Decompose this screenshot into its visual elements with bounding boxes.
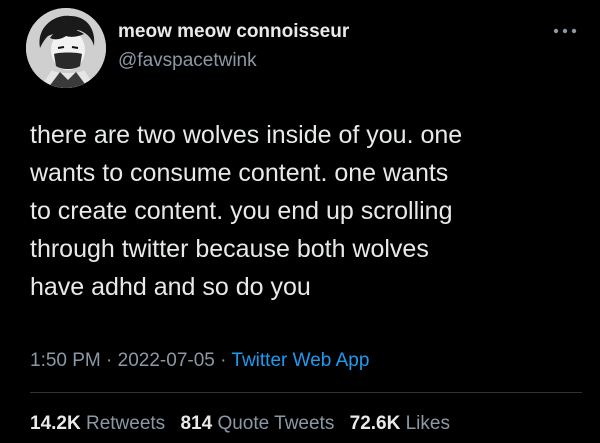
tweet-time[interactable]: 1:50 PM — [30, 350, 101, 371]
retweets-stat[interactable]: 14.2K Retweets — [30, 413, 165, 434]
retweets-count: 14.2K — [30, 413, 81, 434]
tweet-source-link[interactable]: Twitter Web App — [231, 350, 369, 371]
likes-label: Likes — [405, 413, 450, 434]
likes-stat[interactable]: 72.6K Likes — [350, 413, 450, 434]
avatar[interactable] — [26, 8, 106, 88]
user-handle[interactable]: @favspacetwink — [118, 50, 257, 72]
meta-separator: · — [220, 350, 227, 371]
tweet-text-line: have adhd and so do you — [30, 273, 311, 301]
tweet-date[interactable]: 2022-07-05 — [118, 350, 215, 371]
quote-tweets-label: Quote Tweets — [217, 413, 335, 434]
tweet-text-line: through twitter because both wolves — [30, 235, 429, 263]
quote-tweets-count: 814 — [180, 413, 213, 434]
display-name[interactable]: meow meow connoisseur — [118, 21, 349, 43]
likes-count: 72.6K — [349, 413, 401, 434]
tweet-text: there are two wolves inside of you. one … — [30, 116, 582, 306]
tweet-stats: 14.2K Retweets 814 Quote Tweets 72.6K Li… — [30, 413, 450, 435]
meta-separator: · — [106, 350, 113, 371]
tweet-metadata: 1:50 PM · 2022-07-05 · Twitter Web App — [30, 350, 369, 372]
more-icon[interactable] — [552, 26, 578, 36]
tweet-text-line: to create content. you end up scrolling — [30, 197, 453, 225]
tweet-text-line: wants to consume content. one wants — [30, 159, 449, 187]
tweet-card: meow meow connoisseur @favspacetwink the… — [0, 0, 600, 443]
tweet-text-line: there are two wolves inside of you. one — [30, 121, 463, 149]
avatar-image — [26, 8, 106, 88]
retweets-label: Retweets — [85, 413, 166, 434]
divider — [30, 392, 582, 393]
quote-tweets-stat[interactable]: 814 Quote Tweets — [180, 413, 334, 434]
